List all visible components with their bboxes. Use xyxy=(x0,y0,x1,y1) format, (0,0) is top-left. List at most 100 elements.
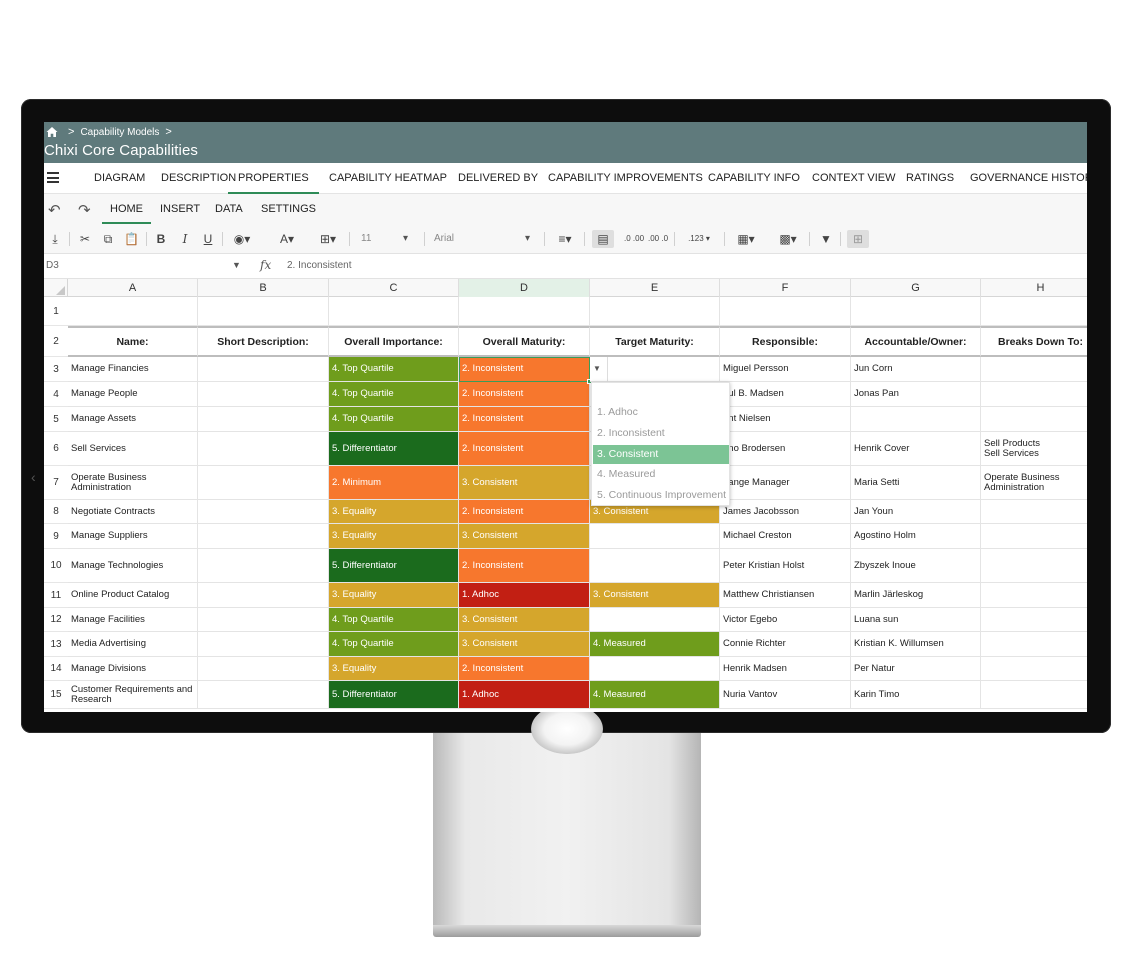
italic-button[interactable]: I xyxy=(178,230,192,248)
table-cell[interactable]: Per Natur xyxy=(851,657,981,681)
dropdown-option[interactable]: 3. Consistent xyxy=(593,445,729,464)
menu-icon[interactable] xyxy=(47,172,59,183)
column-title[interactable]: Overall Maturity: xyxy=(459,326,590,357)
download-icon[interactable]: ⤓ xyxy=(48,230,62,248)
table-cell[interactable]: 5. Differentiator xyxy=(329,681,459,709)
table-cell[interactable]: Henrik Cover xyxy=(851,432,981,466)
table-cell[interactable]: 4. Top Quartile xyxy=(329,407,459,432)
table-cell[interactable] xyxy=(198,500,329,524)
column-header-d[interactable]: D xyxy=(459,279,590,297)
dropdown-option[interactable]: 1. Adhoc xyxy=(593,403,729,422)
table-cell[interactable] xyxy=(198,632,329,657)
table-cell[interactable]: Zbyszek Inoue xyxy=(851,549,981,583)
table-cell[interactable] xyxy=(590,524,720,549)
row-header[interactable]: 11 xyxy=(44,583,68,608)
table-cell[interactable]: 1. Adhoc xyxy=(459,681,590,709)
table-cell[interactable] xyxy=(981,681,1087,709)
table-cell[interactable] xyxy=(459,297,590,326)
column-title[interactable]: Breaks Down To: xyxy=(981,326,1087,357)
column-title[interactable]: Name: xyxy=(68,326,198,357)
table-cell[interactable]: 1. Adhoc xyxy=(459,583,590,608)
table-cell[interactable]: Sell Products Sell Services xyxy=(981,432,1087,466)
table-cell[interactable]: 3. Equality xyxy=(329,583,459,608)
table-cell[interactable] xyxy=(198,657,329,681)
table-cell[interactable] xyxy=(198,524,329,549)
chevron-down-icon[interactable]: ▼ xyxy=(232,260,241,270)
table-cell[interactable] xyxy=(590,357,720,382)
table-cell[interactable]: Maria Setti xyxy=(851,466,981,500)
table-cell[interactable]: 2. Inconsistent xyxy=(459,549,590,583)
undo-icon[interactable]: ↶ xyxy=(48,201,61,219)
table-cell[interactable] xyxy=(198,297,329,326)
table-cell[interactable]: Customer Requirements and Research xyxy=(68,681,198,709)
table-cell[interactable]: Marlin Järleskog xyxy=(851,583,981,608)
row-header[interactable]: 10 xyxy=(44,549,68,583)
formula-input[interactable]: 2. Inconsistent xyxy=(287,260,351,271)
table-cell[interactable] xyxy=(198,681,329,709)
table-cell[interactable]: Operate Business Administration xyxy=(981,466,1087,500)
table-cell[interactable]: 3. Consistent xyxy=(459,524,590,549)
tab-capability-improvements[interactable]: CAPABILITY IMPROVEMENTS xyxy=(548,163,703,194)
row-header[interactable]: 7 xyxy=(44,466,68,500)
chevron-left-icon[interactable]: ‹ xyxy=(31,469,41,485)
table-cell[interactable] xyxy=(981,407,1087,432)
table-cell[interactable]: Connie Richter xyxy=(720,632,851,657)
table-cell[interactable]: Miguel Persson xyxy=(720,357,851,382)
table-cell[interactable]: 3. Consistent xyxy=(459,608,590,632)
table-cell[interactable] xyxy=(198,583,329,608)
font-family-select[interactable]: Arial ▾ xyxy=(434,230,534,248)
dropdown-option[interactable]: 2. Inconsistent xyxy=(593,424,729,443)
table-cell[interactable]: Agostino Holm xyxy=(851,524,981,549)
tab-governance-history[interactable]: GOVERNANCE HISTORY xyxy=(970,163,1087,194)
table-cell[interactable] xyxy=(981,632,1087,657)
table-cell[interactable] xyxy=(198,432,329,466)
row-header[interactable]: 12 xyxy=(44,608,68,632)
freeze-panes-icon[interactable]: ⊞ xyxy=(847,230,869,248)
tab-ratings[interactable]: RATINGS xyxy=(906,163,954,194)
table-cell[interactable]: Karin Timo xyxy=(851,681,981,709)
table-cell[interactable]: ent Nielsen xyxy=(720,407,851,432)
table-cell[interactable]: 4. Measured xyxy=(590,632,720,657)
table-cell[interactable] xyxy=(851,407,981,432)
table-cell[interactable]: aul B. Madsen xyxy=(720,382,851,407)
column-header-g[interactable]: G xyxy=(851,279,981,297)
align-icon[interactable]: ≡▾ xyxy=(552,230,578,248)
dropdown-trigger[interactable]: ▼ xyxy=(590,357,608,382)
select-all-corner[interactable] xyxy=(44,279,68,297)
table-cell[interactable]: Jonas Pan xyxy=(851,382,981,407)
table-cell[interactable] xyxy=(590,549,720,583)
ribbon-tab-home[interactable]: HOME xyxy=(102,194,151,224)
ribbon-tab-data[interactable]: DATA xyxy=(215,194,243,224)
table-cell[interactable]: Jun Corn xyxy=(851,357,981,382)
table-cell[interactable]: uno Brodersen xyxy=(720,432,851,466)
table-cell[interactable] xyxy=(981,382,1087,407)
home-icon[interactable] xyxy=(46,126,58,138)
table-cell[interactable]: Manage Assets xyxy=(68,407,198,432)
row-header[interactable]: 2 xyxy=(44,326,68,357)
table-cell[interactable]: Nuria Vantov xyxy=(720,681,851,709)
table-cell[interactable] xyxy=(590,608,720,632)
copy-icon[interactable]: ⧉ xyxy=(101,230,115,248)
column-title[interactable]: Responsible: xyxy=(720,326,851,357)
table-cell[interactable]: 3. Equality xyxy=(329,657,459,681)
table-cell[interactable]: 4. Measured xyxy=(590,681,720,709)
table-cell[interactable]: 2. Inconsistent xyxy=(459,500,590,524)
table-cell[interactable]: 4. Top Quartile xyxy=(329,382,459,407)
table-cell[interactable] xyxy=(198,407,329,432)
table-cell[interactable]: 3. Consistent xyxy=(459,632,590,657)
column-header-c[interactable]: C xyxy=(329,279,459,297)
table-cell[interactable] xyxy=(198,357,329,382)
table-cell[interactable]: Michael Creston xyxy=(720,524,851,549)
number-format-select[interactable]: .123 ▾ xyxy=(680,230,718,248)
table-cell[interactable] xyxy=(68,297,198,326)
column-header-f[interactable]: F xyxy=(720,279,851,297)
wrap-text-icon[interactable]: ▤ xyxy=(592,230,614,248)
row-header[interactable]: 13 xyxy=(44,632,68,657)
table-cell[interactable]: Manage People xyxy=(68,382,198,407)
row-header[interactable]: 4 xyxy=(44,382,68,407)
row-header[interactable]: 1 xyxy=(44,297,68,326)
table-cell[interactable]: 2. Minimum xyxy=(329,466,459,500)
bold-button[interactable]: B xyxy=(154,230,168,248)
table-cell[interactable] xyxy=(720,297,851,326)
decrease-decimal-button[interactable]: .00 .0 xyxy=(648,230,668,248)
